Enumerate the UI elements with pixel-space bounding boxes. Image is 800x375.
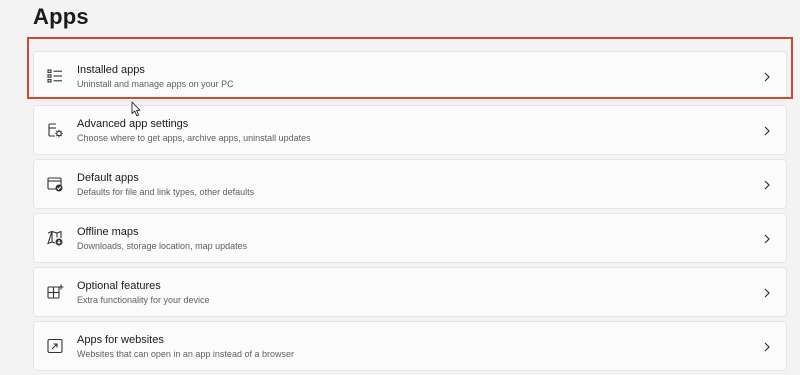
item-label: Optional features — [77, 280, 161, 292]
advanced-app-settings-item[interactable]: Advanced app settings Choose where to ge… — [33, 105, 787, 155]
item-description: Defaults for file and link types, other … — [77, 187, 255, 197]
page-title: Apps — [33, 4, 89, 29]
chevron-right-icon — [762, 287, 772, 299]
default-apps-icon — [46, 175, 64, 193]
chevron-right-icon — [762, 71, 772, 83]
chevron-right-icon — [762, 179, 772, 191]
item-description: Websites that can open in an app instead… — [77, 349, 294, 359]
installed-apps-item[interactable]: Installed apps Uninstall and manage apps… — [33, 51, 787, 101]
default-apps-item[interactable]: Default apps Defaults for file and link … — [33, 159, 787, 209]
optional-features-item[interactable]: Optional features Extra functionality fo… — [33, 267, 787, 317]
app-settings-icon — [46, 121, 64, 139]
item-description: Uninstall and manage apps on your PC — [77, 79, 234, 89]
list-icon — [46, 67, 64, 85]
apps-for-websites-item[interactable]: Apps for websites Websites that can open… — [33, 321, 787, 371]
item-label: Installed apps — [77, 64, 145, 76]
optional-features-icon — [46, 283, 64, 301]
settings-page: Apps Installed apps Uninstall and manage… — [0, 0, 800, 375]
offline-maps-item[interactable]: Offline maps Downloads, storage location… — [33, 213, 787, 263]
item-description: Choose where to get apps, archive apps, … — [77, 133, 311, 143]
item-description: Downloads, storage location, map updates — [77, 241, 248, 251]
item-label: Default apps — [77, 172, 139, 184]
open-in-app-icon — [46, 337, 64, 355]
item-description: Extra functionality for your device — [77, 295, 210, 305]
chevron-right-icon — [762, 341, 772, 353]
item-label: Advanced app settings — [77, 118, 189, 130]
item-label: Apps for websites — [77, 334, 164, 346]
item-label: Offline maps — [77, 226, 139, 238]
map-icon — [46, 229, 64, 247]
chevron-right-icon — [762, 233, 772, 245]
mouse-cursor-icon — [131, 101, 141, 117]
chevron-right-icon — [762, 125, 772, 137]
